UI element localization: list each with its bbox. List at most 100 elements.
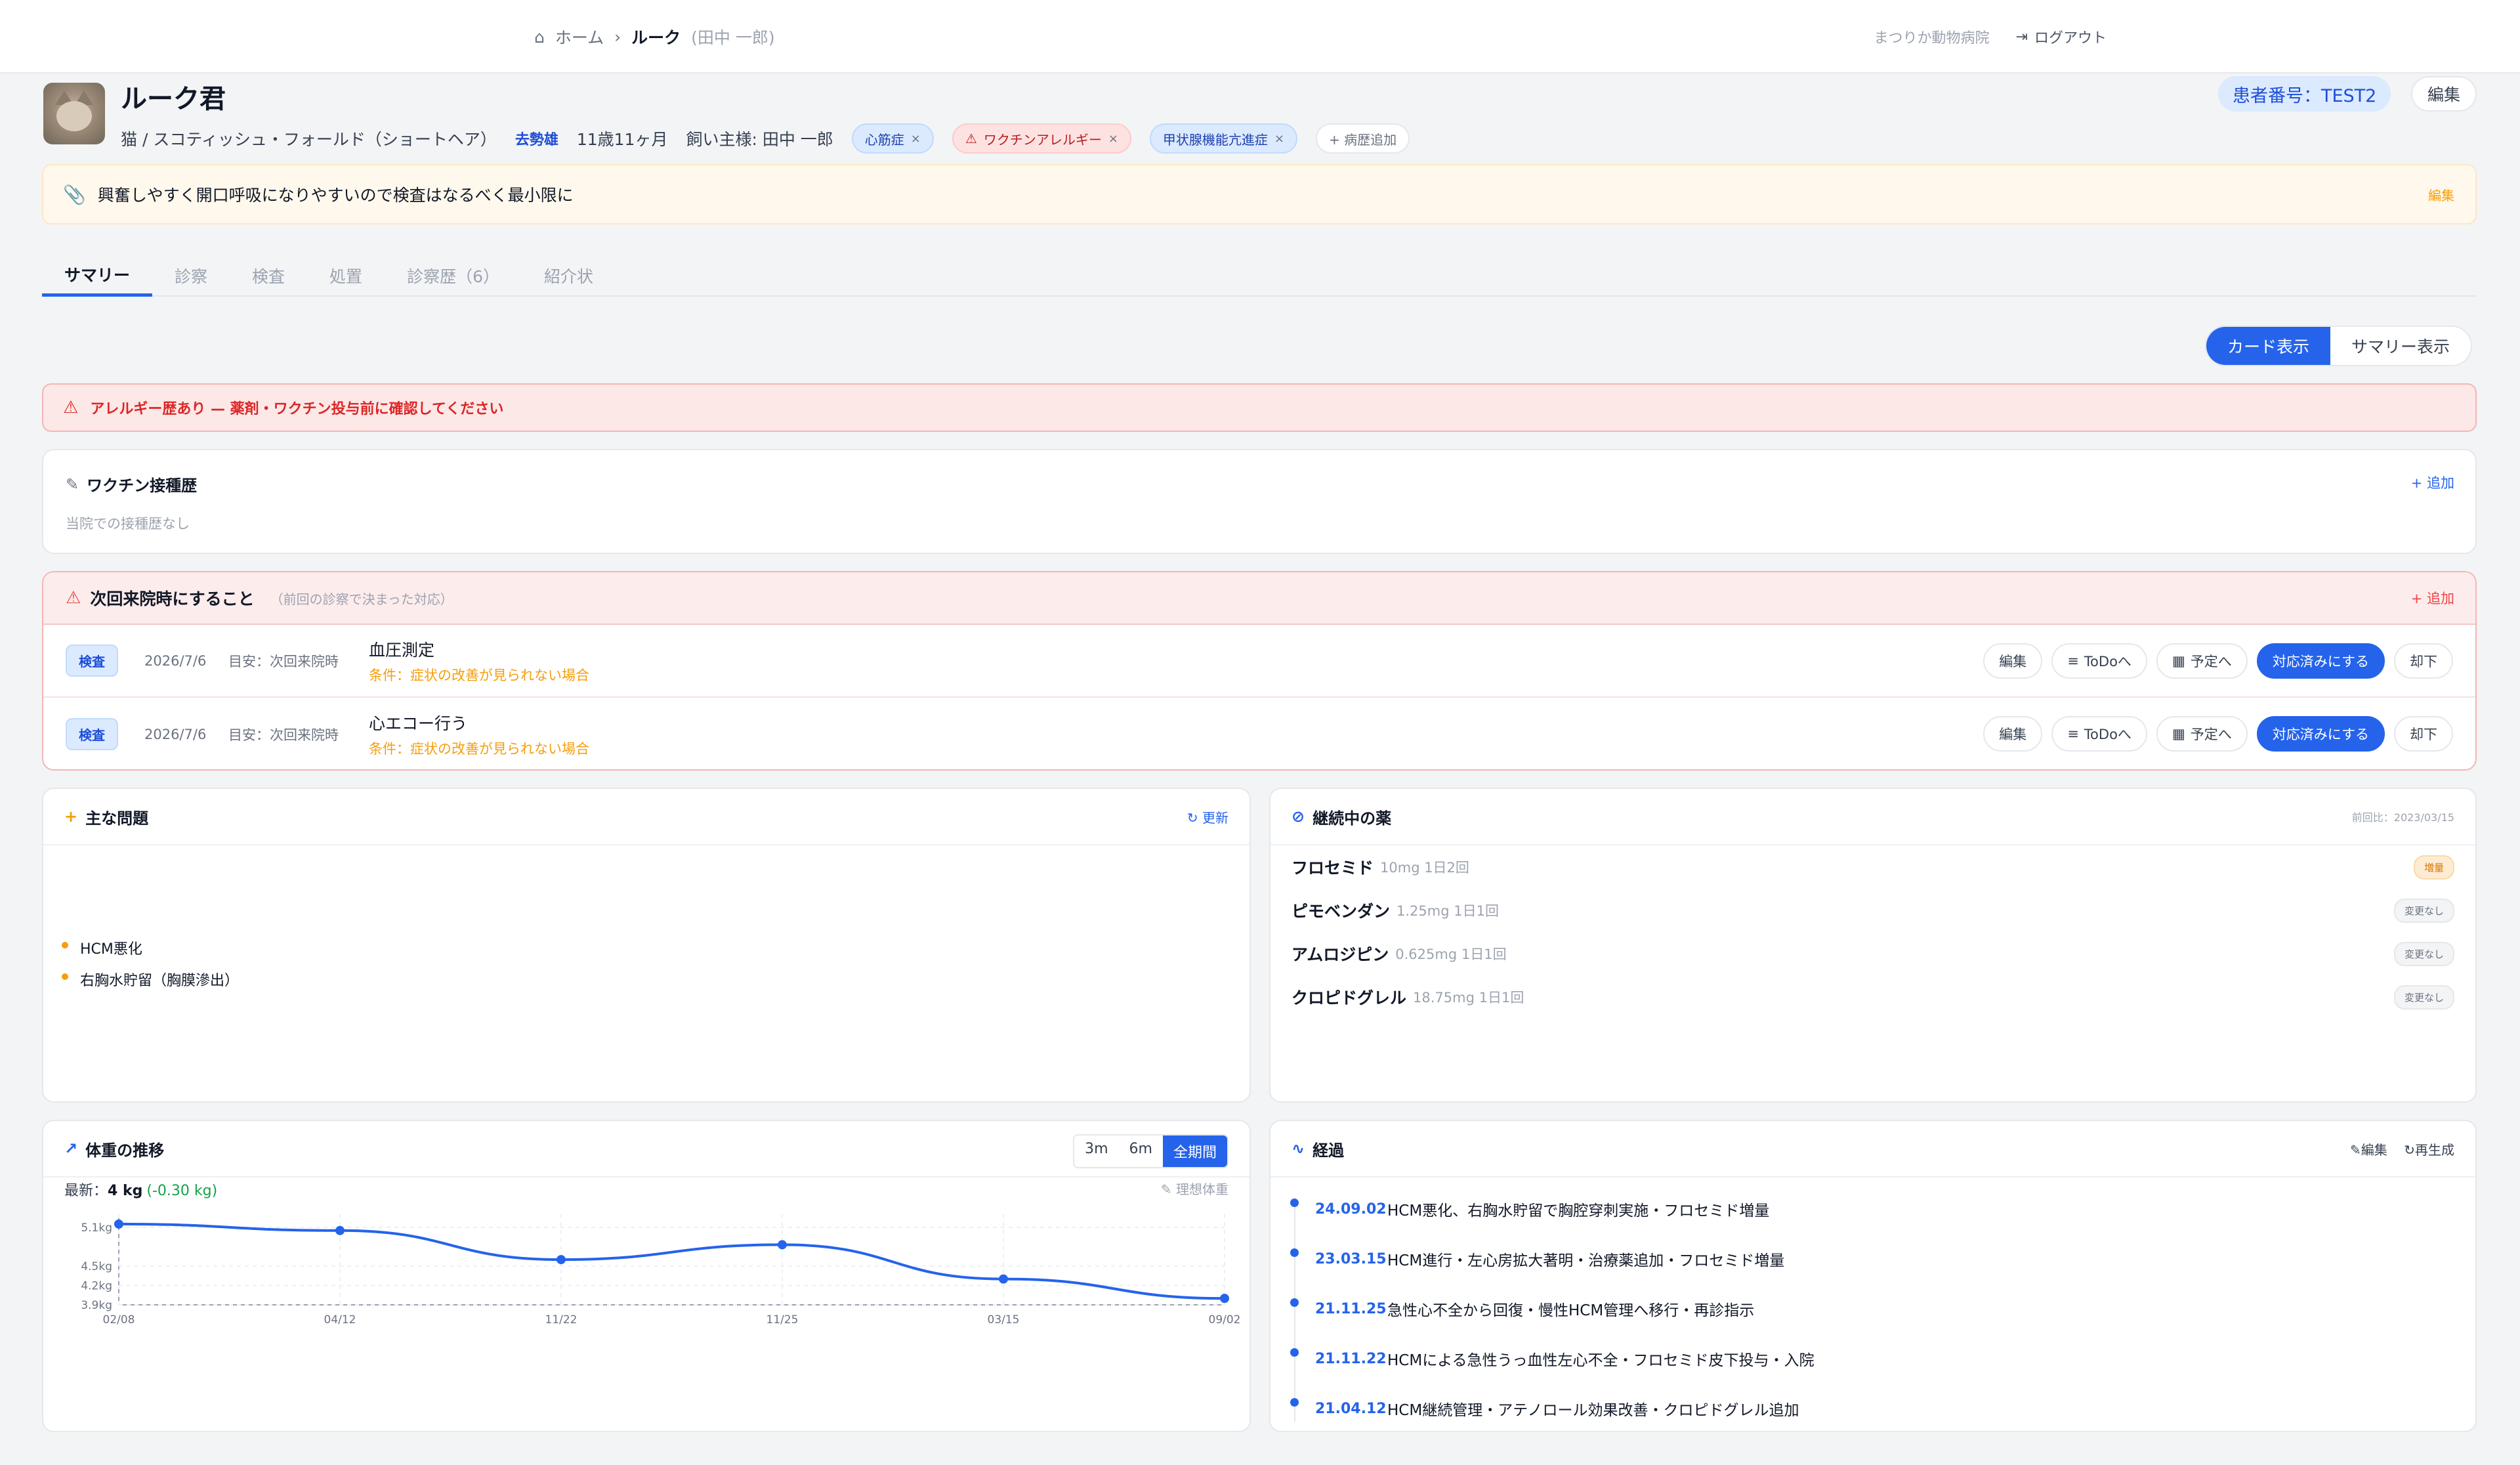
edit-progress-button[interactable]: ✎編集 (2350, 1142, 2387, 1158)
weight-title: 体重の推移 (85, 1141, 165, 1160)
edit-button[interactable]: 編集 (1983, 643, 2043, 679)
alert-text: アレルギー歴あり — 薬剤・ワクチン投与前に確認してください (90, 401, 504, 417)
to-todo-button[interactable]: ≡ ToDoへ (2051, 643, 2147, 679)
med-status-badge: 変更なし (2393, 898, 2454, 923)
reject-button[interactable]: 却下 (2394, 716, 2453, 752)
todo-title: 血圧測定 (369, 640, 435, 660)
weight-point (114, 1219, 123, 1229)
card-view-button[interactable]: カード表示 (2206, 327, 2331, 365)
med-name: ピモベンダン (1292, 902, 1391, 921)
paperclip-icon: 📎 (63, 183, 86, 205)
view-toggle: カード表示 サマリー表示 (2205, 326, 2473, 366)
next-visit-title: 次回来院時にすること (90, 589, 255, 608)
latest-label: 最新： (64, 1183, 108, 1199)
add-todo-button[interactable]: + 追加 (2411, 588, 2454, 608)
x-tick-label: 02/08 (103, 1313, 135, 1327)
y-tick-label: 5.1kg (81, 1221, 112, 1235)
reject-button[interactable]: 却下 (2394, 643, 2453, 679)
history-item: 21.11.22 HCMによる急性うっ血性左心不全・フロセミド皮下投与・入院 (1290, 1334, 1815, 1384)
history-text: 急性心不全から回復・慢性HCM管理へ移行・再診指示 (1387, 1302, 1755, 1319)
edit-patient-button[interactable]: 編集 (2411, 76, 2477, 112)
top-bar: ⌂ ホーム › ルーク (田中 一郎) まつりか動物病院 ⇥ ログアウト (0, 0, 2520, 74)
condition-chip[interactable]: 甲状腺機能亢進症 × (1149, 123, 1298, 154)
tab-exam[interactable]: 診察 (152, 255, 230, 297)
to-todo-button[interactable]: ≡ ToDoへ (2051, 716, 2147, 752)
vaccine-card: ✎ ワクチン接種歴 + 追加 当院での接種歴なし (42, 449, 2477, 554)
x-tick-label: 04/12 (324, 1313, 356, 1327)
todo-row: 検査 2026/7/6 目安：次回来院時 心エコー行う 条件：症状の改善が見られ… (43, 698, 2475, 769)
med-dose: 10mg 1日2回 (1380, 860, 1469, 876)
medications-title: 継続中の薬 (1312, 809, 1392, 828)
activity-icon: ∿ (1292, 1139, 1305, 1158)
warning-icon: ⚠ (63, 398, 79, 417)
mark-done-button[interactable]: 対応済みにする (2256, 716, 2385, 752)
pet-avatar (43, 83, 105, 144)
remove-icon[interactable]: × (911, 132, 921, 146)
tab-history[interactable]: 診察歴（6） (385, 255, 522, 297)
todo-meta: 目安：次回来院時 (228, 727, 339, 743)
add-vaccine-button[interactable]: + 追加 (2411, 473, 2454, 492)
ideal-weight-button[interactable]: ✎ 理想体重 (1161, 1179, 1228, 1198)
remove-icon[interactable]: × (1108, 132, 1118, 146)
summary-view-button[interactable]: サマリー表示 (2330, 327, 2471, 365)
tab-referral[interactable]: 紹介状 (522, 255, 616, 297)
med-status-badge: 変更なし (2393, 941, 2454, 966)
latest-value: 4 kg (108, 1183, 143, 1199)
condition-chip[interactable]: 心筋症 × (851, 123, 934, 154)
to-todo-label: ToDoへ (2084, 727, 2132, 742)
weight-point (335, 1225, 345, 1235)
med-name: クロピドグレル (1292, 988, 1407, 1008)
problem-label: HCM悪化 (80, 941, 142, 958)
to-schedule-label: 予定へ (2190, 654, 2232, 669)
logout-label: ログアウト (2034, 30, 2107, 47)
edit-button[interactable]: 編集 (1983, 716, 2043, 752)
edit-label: 編集 (2361, 1141, 2387, 1158)
y-tick-label: 4.2kg (81, 1279, 112, 1292)
y-tick-label: 3.9kg (81, 1299, 112, 1312)
x-tick-label: 11/25 (766, 1313, 799, 1327)
refresh-button[interactable]: ↻ 更新 (1187, 807, 1228, 826)
condition-chip[interactable]: ⚠ ワクチンアレルギー × (952, 123, 1131, 154)
to-schedule-button[interactable]: ▦ 予定へ (2156, 643, 2248, 679)
history-item: 21.11.25 急性心不全から回復・慢性HCM管理へ移行・再診指示 (1290, 1284, 1815, 1334)
home-icon[interactable]: ⌂ (534, 28, 545, 47)
refresh-icon: ↻ (2404, 1141, 2415, 1158)
chevron-right-icon: › (614, 27, 621, 47)
to-todo-label: ToDoへ (2084, 654, 2132, 669)
history-text: HCM悪化、右胸水貯留で胸腔穿刺実施・フロセミド増量 (1387, 1202, 1770, 1220)
todo-title: 心エコー行う (369, 713, 468, 733)
list-icon: ≡ (2067, 653, 2079, 669)
todo-meta: 目安：次回来院時 (228, 653, 339, 669)
problems-card: + 主な問題 ↻ 更新 HCM悪化 右胸水貯留（胸膜滲出） (42, 788, 1251, 1103)
tab-summary[interactable]: サマリー (42, 255, 153, 297)
pencil-icon: ✎ (1160, 1181, 1172, 1197)
todo-row: 検査 2026/7/6 目安：次回来院時 血圧測定 条件：症状の改善が見られない… (43, 625, 2475, 698)
history-text: HCMによる急性うっ血性左心不全・フロセミド皮下投与・入院 (1387, 1352, 1815, 1369)
patient-info: 猫 / スコティッシュ・フォールド（ショートヘア） 去勢雄 11歳11ヶ月 飼い… (121, 123, 1410, 154)
remove-icon[interactable]: × (1274, 132, 1284, 146)
mark-done-button[interactable]: 対応済みにする (2256, 643, 2385, 679)
tab-bar: サマリー 診察 検査 処置 診察歴（6） 紹介状 (42, 255, 2477, 297)
to-schedule-button[interactable]: ▦ 予定へ (2156, 716, 2248, 752)
condition-label: ワクチンアレルギー (983, 131, 1102, 148)
range-all[interactable]: 全期間 (1162, 1136, 1227, 1167)
range-6m[interactable]: 6m (1118, 1136, 1163, 1167)
breadcrumb-home[interactable]: ホーム (555, 25, 604, 49)
breadcrumb: ⌂ ホーム › ルーク (田中 一郎) (534, 25, 775, 49)
todo-date: 2026/7/6 (144, 652, 207, 669)
med-dose: 0.625mg 1日1回 (1395, 946, 1507, 962)
logout-button[interactable]: ⇥ ログアウト (2016, 26, 2107, 47)
weight-point (1220, 1294, 1229, 1304)
add-history-button[interactable]: + 病歴追加 (1316, 123, 1410, 154)
edit-note-button[interactable]: 編集 (2428, 185, 2454, 204)
breadcrumb-current: ルーク (631, 28, 681, 47)
tab-tests[interactable]: 検査 (230, 255, 307, 297)
weight-chart: 5.1kg 4.5kg 4.2kg 3.9kg02/08 04/12 11/22 11/25… (81, 1214, 1241, 1327)
pill-icon: ⊘ (1292, 807, 1305, 826)
problem-item: 右胸水貯留（胸膜滲出） (62, 969, 239, 990)
weight-point (778, 1240, 787, 1250)
patient-note: 📎 興奮しやすく開口呼吸になりやすいので検査はなるべく最小限に 編集 (42, 164, 2477, 224)
range-3m[interactable]: 3m (1074, 1136, 1119, 1167)
regenerate-button[interactable]: ↻再生成 (2404, 1142, 2454, 1158)
tab-treatment[interactable]: 処置 (307, 255, 385, 297)
